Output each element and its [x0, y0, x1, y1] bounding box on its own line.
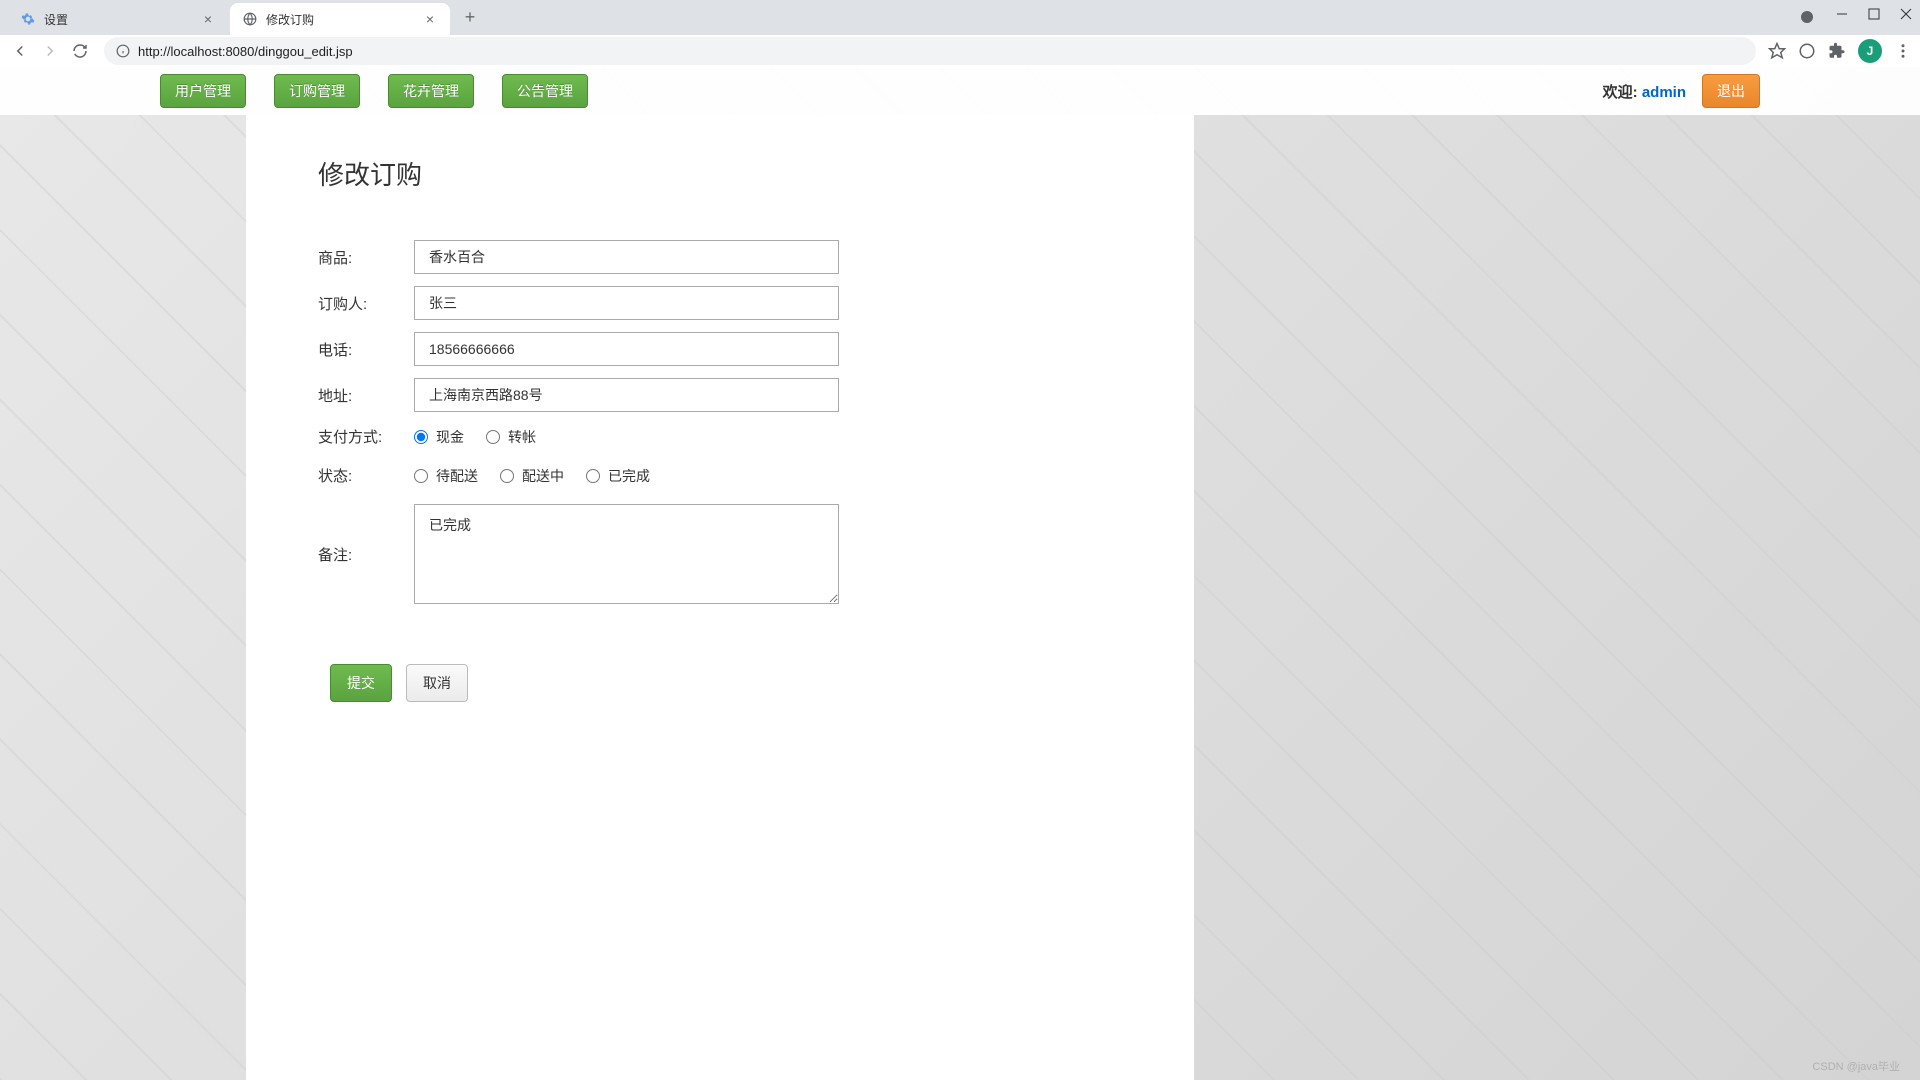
status-label: 状态: — [318, 465, 414, 486]
extension-icon[interactable] — [1798, 42, 1816, 60]
payment-option-transfer: 转帐 — [508, 427, 536, 447]
minimize-icon[interactable] — [1836, 8, 1848, 26]
back-button[interactable] — [8, 39, 32, 63]
cancel-button[interactable]: 取消 — [406, 664, 468, 702]
maximize-icon[interactable] — [1868, 8, 1880, 26]
top-nav: 用户管理 订购管理 花卉管理 公告管理 欢迎: admin 退出 — [0, 67, 1920, 115]
buyer-label: 订购人: — [318, 293, 414, 314]
nav-order-management[interactable]: 订购管理 — [274, 74, 360, 108]
tab-edit-order[interactable]: 修改订购 × — [230, 3, 450, 35]
address-input[interactable] — [414, 378, 839, 412]
form-row-remark: 备注: 已完成 — [318, 504, 1122, 604]
status-radio-group: 待配送 配送中 已完成 — [414, 466, 662, 486]
info-icon — [116, 44, 130, 58]
url-text: http://localhost:8080/dinggou_edit.jsp — [138, 44, 353, 59]
form-row-address: 地址: — [318, 378, 1122, 412]
payment-label: 支付方式: — [318, 426, 414, 447]
address-label: 地址: — [318, 385, 414, 406]
status-radio-shipping[interactable] — [500, 469, 514, 483]
product-input[interactable] — [414, 240, 839, 274]
browser-chrome: 设置 × 修改订购 × + — [0, 0, 1920, 67]
close-window-icon[interactable] — [1900, 8, 1912, 26]
form-row-buyer: 订购人: — [318, 286, 1122, 320]
gear-icon — [20, 11, 36, 27]
buyer-input[interactable] — [414, 286, 839, 320]
reload-button[interactable] — [68, 39, 92, 63]
welcome-label: 欢迎: admin — [1603, 81, 1686, 102]
form-actions: 提交 取消 — [330, 664, 1122, 702]
submit-button[interactable]: 提交 — [330, 664, 392, 702]
url-bar[interactable]: http://localhost:8080/dinggou_edit.jsp — [104, 37, 1756, 65]
welcome-user[interactable]: admin — [1642, 84, 1686, 101]
phone-label: 电话: — [318, 339, 414, 360]
nav-flower-management[interactable]: 花卉管理 — [388, 74, 474, 108]
status-radio-done[interactable] — [586, 469, 600, 483]
nav-notice-management[interactable]: 公告管理 — [502, 74, 588, 108]
remark-label: 备注: — [318, 544, 414, 565]
watermark: CSDN @java毕业 — [1812, 1058, 1900, 1074]
menu-icon[interactable] — [1894, 42, 1912, 60]
form-row-payment: 支付方式: 现金 转帐 — [318, 426, 1122, 447]
window-controls — [1798, 8, 1912, 26]
status-option-pending: 待配送 — [436, 466, 478, 486]
form-row-product: 商品: — [318, 240, 1122, 274]
page-title: 修改订购 — [318, 155, 1122, 192]
payment-option-cash: 现金 — [436, 427, 464, 447]
phone-input[interactable] — [414, 332, 839, 366]
content-panel: 修改订购 商品: 订购人: 电话: 地址: 支付方式: 现金 — [246, 115, 1194, 1080]
tab-title: 修改订购 — [266, 11, 422, 28]
new-tab-button[interactable]: + — [456, 4, 484, 32]
form-row-status: 状态: 待配送 配送中 已完成 — [318, 465, 1122, 486]
form-row-phone: 电话: — [318, 332, 1122, 366]
payment-radio-transfer[interactable] — [486, 430, 500, 444]
payment-radio-cash[interactable] — [414, 430, 428, 444]
logout-button[interactable]: 退出 — [1702, 74, 1760, 108]
status-radio-pending[interactable] — [414, 469, 428, 483]
tab-title: 设置 — [44, 11, 200, 28]
profile-avatar[interactable]: J — [1858, 39, 1882, 63]
status-option-done: 已完成 — [608, 466, 650, 486]
status-option-shipping: 配送中 — [522, 466, 564, 486]
nav-user-management[interactable]: 用户管理 — [160, 74, 246, 108]
incognito-icon — [1798, 8, 1816, 26]
globe-icon — [242, 11, 258, 27]
payment-radio-group: 现金 转帐 — [414, 427, 548, 447]
tab-settings[interactable]: 设置 × — [8, 3, 228, 35]
nav-bar: http://localhost:8080/dinggou_edit.jsp J — [0, 35, 1920, 67]
forward-button[interactable] — [38, 39, 62, 63]
tab-bar: 设置 × 修改订购 × + — [0, 0, 1920, 35]
star-icon[interactable] — [1768, 42, 1786, 60]
product-label: 商品: — [318, 247, 414, 268]
page-wrapper: 用户管理 订购管理 花卉管理 公告管理 欢迎: admin 退出 修改订购 商品… — [0, 67, 1920, 1080]
close-icon[interactable]: × — [422, 11, 438, 27]
remark-textarea[interactable]: 已完成 — [414, 504, 839, 604]
puzzle-icon[interactable] — [1828, 42, 1846, 60]
close-icon[interactable]: × — [200, 11, 216, 27]
